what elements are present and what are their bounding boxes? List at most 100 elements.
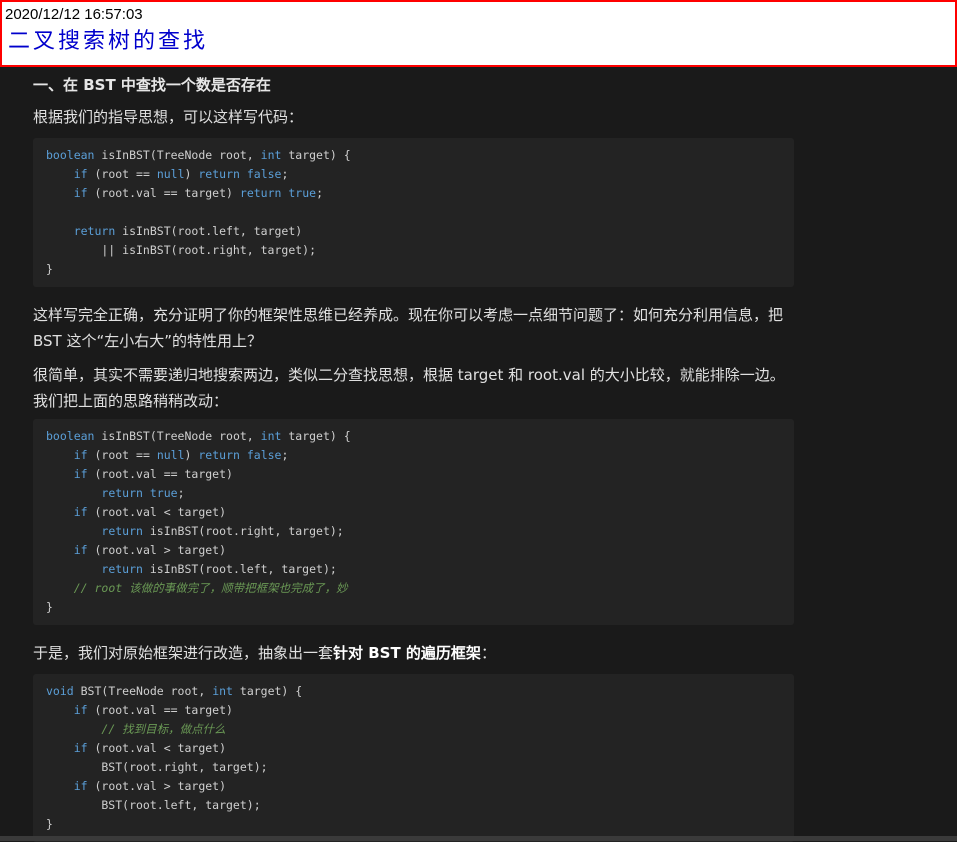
code-keyword: if bbox=[73, 186, 88, 200]
code-line: // 找到目标，做点什么 bbox=[46, 720, 781, 739]
code-text: ; bbox=[177, 486, 185, 500]
code-keyword: int bbox=[260, 429, 282, 443]
code-line: if (root.val < target) bbox=[46, 503, 781, 522]
paragraph-intro: 根据我们的指导思想，可以这样写代码： bbox=[33, 108, 304, 126]
code-text: (root.val == target) bbox=[87, 467, 233, 481]
code-keyword: if bbox=[73, 167, 88, 181]
code-keyword: int bbox=[212, 684, 233, 698]
code-line: if (root == null) return false; bbox=[46, 446, 781, 465]
code-line: if (root.val == target) bbox=[46, 701, 781, 720]
code-keyword: return bbox=[198, 167, 240, 181]
code-keyword: int bbox=[260, 148, 282, 162]
code-line: if (root.val < target) bbox=[46, 739, 781, 758]
code-text: isInBST(TreeNode root, bbox=[94, 148, 261, 162]
code-keyword: true bbox=[149, 486, 178, 500]
code-text: } bbox=[46, 817, 53, 831]
code-text: target) { bbox=[281, 148, 351, 162]
code-keyword: return bbox=[101, 562, 143, 576]
code-text: (root == bbox=[87, 448, 157, 462]
code-line: return isInBST(root.right, target); bbox=[46, 522, 781, 541]
clip-header: 2020/12/12 16:57:03 二叉搜索树的查找 bbox=[0, 0, 957, 67]
code-keyword: null bbox=[156, 448, 185, 462]
code-keyword: boolean bbox=[46, 148, 95, 162]
framework-colon: ： bbox=[480, 644, 496, 662]
code-line: if (root == null) return false; bbox=[46, 165, 781, 184]
code-text: isInBST(root.left, target); bbox=[142, 562, 337, 576]
code-keyword: return bbox=[239, 186, 282, 200]
horizontal-scrollbar[interactable] bbox=[0, 836, 957, 841]
code-text: ) bbox=[184, 167, 199, 181]
code-keyword: return bbox=[73, 224, 116, 238]
code-keyword: return bbox=[101, 486, 143, 500]
code-text: BST(TreeNode root, bbox=[73, 684, 213, 698]
code-line: BST(root.right, target); bbox=[46, 758, 781, 777]
code-keyword: return bbox=[101, 524, 143, 538]
code-text: BST(root.right, target); bbox=[46, 760, 268, 774]
code-line: // root 该做的事做完了，顺带把框架也完成了，妙 bbox=[46, 579, 781, 598]
code-keyword: true bbox=[288, 186, 317, 200]
paragraph-optimization: 很简单，其实不需要递归地搜索两边，类似二分查找思想，根据 target 和 ro… bbox=[33, 366, 785, 410]
code-keyword: if bbox=[73, 448, 88, 462]
code-text: target) { bbox=[281, 429, 351, 443]
code-keyword: if bbox=[73, 543, 88, 557]
code-block-2: boolean isInBST(TreeNode root, int targe… bbox=[33, 419, 794, 625]
code-text: target) { bbox=[232, 684, 303, 698]
code-line: } bbox=[46, 598, 781, 617]
code-text: (root.val == target) bbox=[87, 703, 233, 717]
code-block-3: void BST(TreeNode root, int target) { if… bbox=[33, 674, 794, 842]
code-comment: // 找到目标，做点什么 bbox=[101, 722, 226, 736]
code-line: return isInBST(root.left, target); bbox=[46, 560, 781, 579]
code-keyword: false bbox=[246, 448, 282, 462]
page-title: 二叉搜索树的查找 bbox=[8, 29, 209, 54]
code-text: || isInBST(root.right, target); bbox=[46, 243, 317, 257]
code-keyword: if bbox=[73, 505, 88, 519]
section-heading: 一、在 BST 中查找一个数是否存在 bbox=[33, 76, 271, 94]
code-line: if (root.val > target) bbox=[46, 541, 781, 560]
code-text: } bbox=[46, 262, 53, 276]
code-line: boolean isInBST(TreeNode root, int targe… bbox=[46, 427, 781, 446]
paragraph-framework: 于是，我们对原始框架进行改造，抽象出一套针对 BST 的遍历框架： bbox=[33, 640, 798, 666]
code-line: boolean isInBST(TreeNode root, int targe… bbox=[46, 146, 781, 165]
code-line: } bbox=[46, 260, 781, 279]
code-text: ; bbox=[316, 186, 324, 200]
paragraph-correctness: 这样写完全正确，充分证明了你的框架性思维已经养成。现在你可以考虑一点细节问题了：… bbox=[33, 306, 784, 350]
code-keyword: if bbox=[73, 703, 88, 717]
code-text: (root.val < target) bbox=[87, 505, 227, 519]
code-keyword: false bbox=[246, 167, 282, 181]
code-text: ; bbox=[281, 167, 289, 181]
code-line: return true; bbox=[46, 484, 781, 503]
framework-emphasis: 针对 BST 的遍历框架 bbox=[333, 644, 481, 662]
code-text: (root == bbox=[87, 167, 157, 181]
code-line: BST(root.left, target); bbox=[46, 796, 781, 815]
code-line: void BST(TreeNode root, int target) { bbox=[46, 682, 781, 701]
code-text: ; bbox=[281, 448, 289, 462]
code-text: isInBST(root.right, target); bbox=[142, 524, 344, 538]
framework-text: 于是，我们对原始框架进行改造，抽象出一套 bbox=[33, 644, 334, 662]
code-line: return isInBST(root.left, target) bbox=[46, 222, 781, 241]
code-keyword: void bbox=[46, 684, 74, 698]
code-text: isInBST(TreeNode root, bbox=[94, 429, 261, 443]
code-comment: // root 该做的事做完了，顺带把框架也完成了，妙 bbox=[73, 581, 348, 595]
code-text: (root.val > target) bbox=[87, 779, 227, 793]
code-keyword: return bbox=[198, 448, 240, 462]
code-text: (root.val > target) bbox=[87, 543, 227, 557]
